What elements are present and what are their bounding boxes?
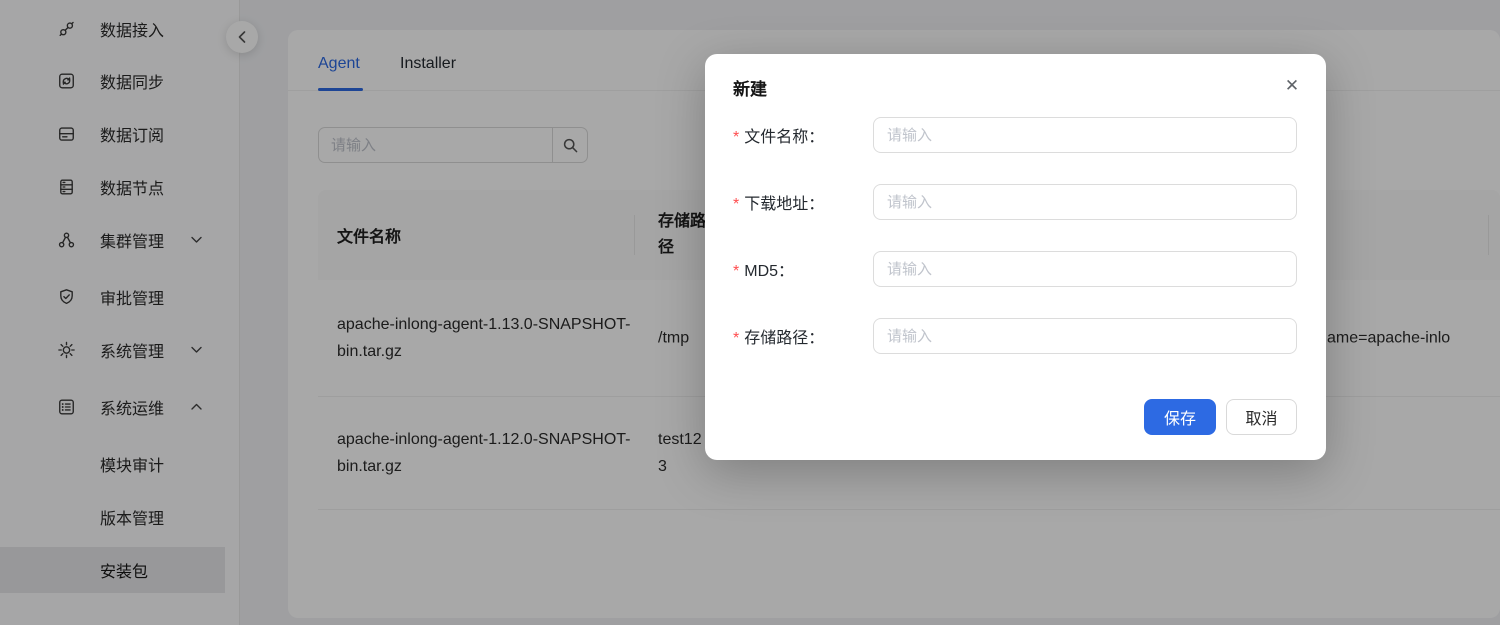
download-url-field[interactable] [873, 184, 1297, 220]
modal-title: 新建 [733, 80, 767, 99]
form-field-storage-path: * 存储路径： [733, 318, 1297, 354]
required-mark: * [733, 330, 740, 347]
required-mark: * [733, 196, 740, 213]
new-package-modal: 新建 ✕ *文件名称： *下载地址： *MD5： *存储路径： 保存 取消 [705, 54, 1326, 460]
field-label: * 存储路径： [733, 330, 825, 347]
close-icon[interactable]: ✕ [1280, 74, 1304, 98]
field-label: * 下载地址： [733, 196, 825, 213]
save-button[interactable]: 保存 [1144, 399, 1216, 435]
required-mark: * [733, 263, 740, 280]
cancel-button[interactable]: 取消 [1226, 399, 1297, 435]
file-name-field[interactable] [873, 117, 1297, 153]
form-field-file-name: * 文件名称： [733, 117, 1297, 153]
form-field-md5: * MD5： [733, 251, 1297, 287]
storage-path-field[interactable] [873, 318, 1297, 354]
form-field-download-url: * 下载地址： [733, 184, 1297, 220]
field-label: * 文件名称： [733, 129, 825, 146]
field-label: * MD5： [733, 263, 795, 280]
required-mark: * [733, 129, 740, 146]
md5-field[interactable] [873, 251, 1297, 287]
